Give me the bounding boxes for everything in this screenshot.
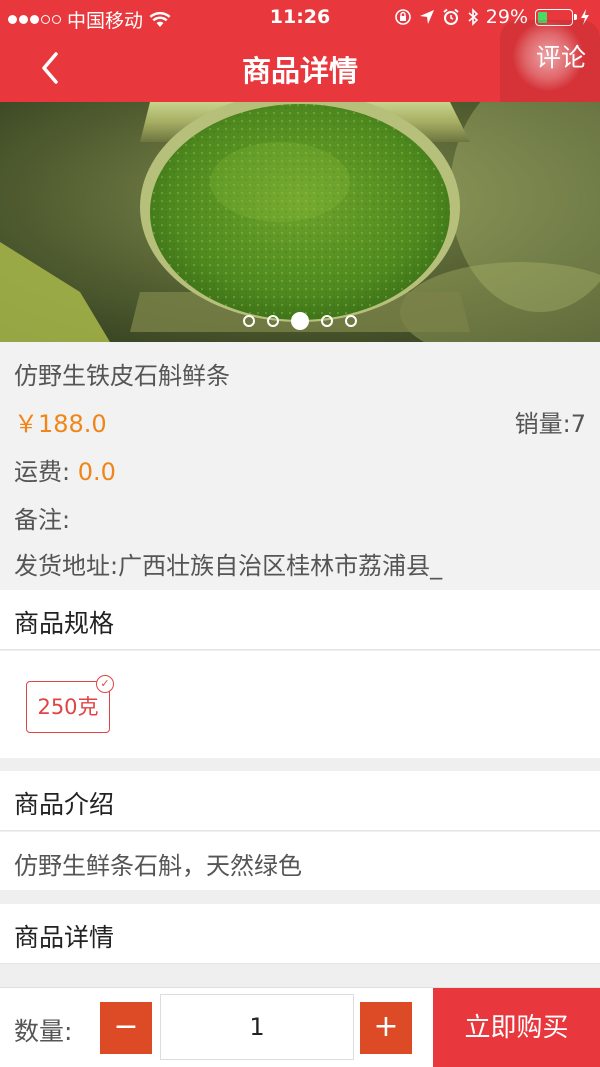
shipping-label: 运费: xyxy=(14,458,71,486)
shipping-row: 运费: 0.0 xyxy=(14,452,116,487)
ship-address: 发货地址:广西壮族自治区桂林市荔浦县_ xyxy=(14,552,443,580)
intro-body: 仿野生鲜条石斛，天然绿色 xyxy=(0,832,600,890)
pager-dot[interactable] xyxy=(267,315,279,327)
intro-section-header: 商品介绍 xyxy=(0,771,600,831)
comment-label: 评论 xyxy=(535,43,586,72)
product-name: 仿野生铁皮石斛鲜条 xyxy=(14,362,230,390)
quantity-input[interactable]: 1 xyxy=(160,994,354,1060)
product-image-carousel[interactable] xyxy=(0,102,600,342)
decrease-quantity-button[interactable]: − xyxy=(100,1002,152,1054)
product-price: ￥188.0 xyxy=(14,410,107,438)
detail-heading: 商品详情 xyxy=(14,923,115,952)
spec-section-header: 商品规格 xyxy=(0,590,600,650)
bluetooth-icon xyxy=(468,8,478,26)
detail-section-header: 商品详情 xyxy=(0,904,600,964)
spec-heading: 商品规格 xyxy=(14,609,115,638)
carousel-pager xyxy=(0,312,600,330)
bottom-purchase-bar: 数量: − 1 + 立即购买 xyxy=(0,987,600,1067)
intro-heading: 商品介绍 xyxy=(14,790,115,819)
alarm-icon xyxy=(443,8,459,25)
pager-dot[interactable] xyxy=(345,315,357,327)
nav-bar: 商品详情 评论 xyxy=(0,20,600,118)
pager-dot[interactable] xyxy=(321,315,333,327)
increase-quantity-button[interactable]: + xyxy=(360,1002,412,1054)
checkmark-icon: ✓ xyxy=(96,675,114,693)
pager-dot[interactable] xyxy=(243,315,255,327)
pager-dot[interactable] xyxy=(291,312,309,330)
product-photo xyxy=(0,102,600,342)
buy-now-button[interactable]: 立即购买 xyxy=(433,988,600,1067)
quantity-label: 数量: xyxy=(14,1017,73,1046)
rotation-lock-icon xyxy=(394,9,411,25)
product-info: 仿野生铁皮石斛鲜条 ￥188.0 销量:7 运费: 0.0 备注: 发货地址:广… xyxy=(0,342,600,590)
spec-options: 250克 ✓ xyxy=(0,651,600,758)
remark-label: 备注: xyxy=(14,506,71,534)
sales-count: 销量:7 xyxy=(514,410,586,438)
shipping-value: 0.0 xyxy=(77,458,116,486)
intro-text: 仿野生鲜条石斛，天然绿色 xyxy=(14,852,302,880)
location-icon xyxy=(419,10,434,24)
